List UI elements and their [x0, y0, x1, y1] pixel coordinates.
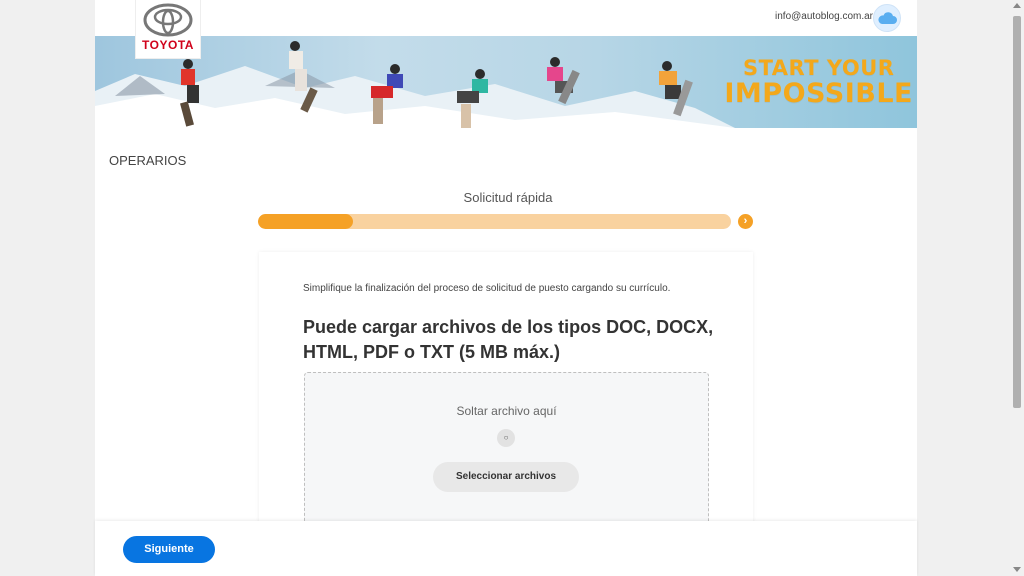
- next-button[interactable]: Siguiente: [123, 536, 215, 563]
- upload-heading: Puede cargar archivos de los tipos DOC, …: [303, 317, 714, 362]
- cloud-button[interactable]: [873, 4, 901, 32]
- logo-wordmark: TOYOTA: [142, 38, 194, 52]
- toyota-emblem-icon: [143, 3, 193, 37]
- footer-bar: Siguiente: [95, 521, 917, 576]
- progress-fill: [258, 214, 353, 229]
- hero-banner: START YOUR IMPOSSIBLE: [95, 36, 917, 128]
- rider-5: [547, 57, 580, 105]
- page-scrollbar[interactable]: [1010, 0, 1024, 576]
- intro-text: Simplifique la finalización del proceso …: [303, 283, 671, 294]
- application-page: TOYOTA info@autoblog.com.ar START YOUR I…: [95, 0, 917, 576]
- progress-bar: [258, 214, 731, 229]
- upload-card: Simplifique la finalización del proceso …: [259, 252, 753, 542]
- toyota-logo[interactable]: TOYOTA: [136, 0, 200, 58]
- select-files-button[interactable]: Seleccionar archivos: [433, 462, 579, 492]
- step-title: Solicitud rápida: [463, 190, 553, 205]
- file-dropzone[interactable]: Soltar archivo aquí ○ Seleccionar archiv…: [304, 372, 709, 534]
- section-title: OPERARIOS: [109, 153, 187, 168]
- banner-headline: START YOUR IMPOSSIBLE: [724, 56, 913, 108]
- drop-text: Soltar archivo aquí: [456, 404, 557, 418]
- scroll-down-icon[interactable]: [1013, 567, 1021, 572]
- header: TOYOTA info@autoblog.com.ar: [95, 0, 917, 58]
- account-email[interactable]: info@autoblog.com.ar: [775, 11, 873, 22]
- banner-headline-line2: IMPOSSIBLE: [724, 78, 913, 109]
- banner-headline-line1: START YOUR: [742, 56, 895, 80]
- scroll-up-icon[interactable]: [1013, 3, 1021, 8]
- cloud-icon: [878, 12, 897, 24]
- upload-icon: ○: [497, 429, 515, 447]
- chevron-right-icon[interactable]: ›: [738, 214, 753, 229]
- scroll-thumb[interactable]: [1013, 16, 1021, 408]
